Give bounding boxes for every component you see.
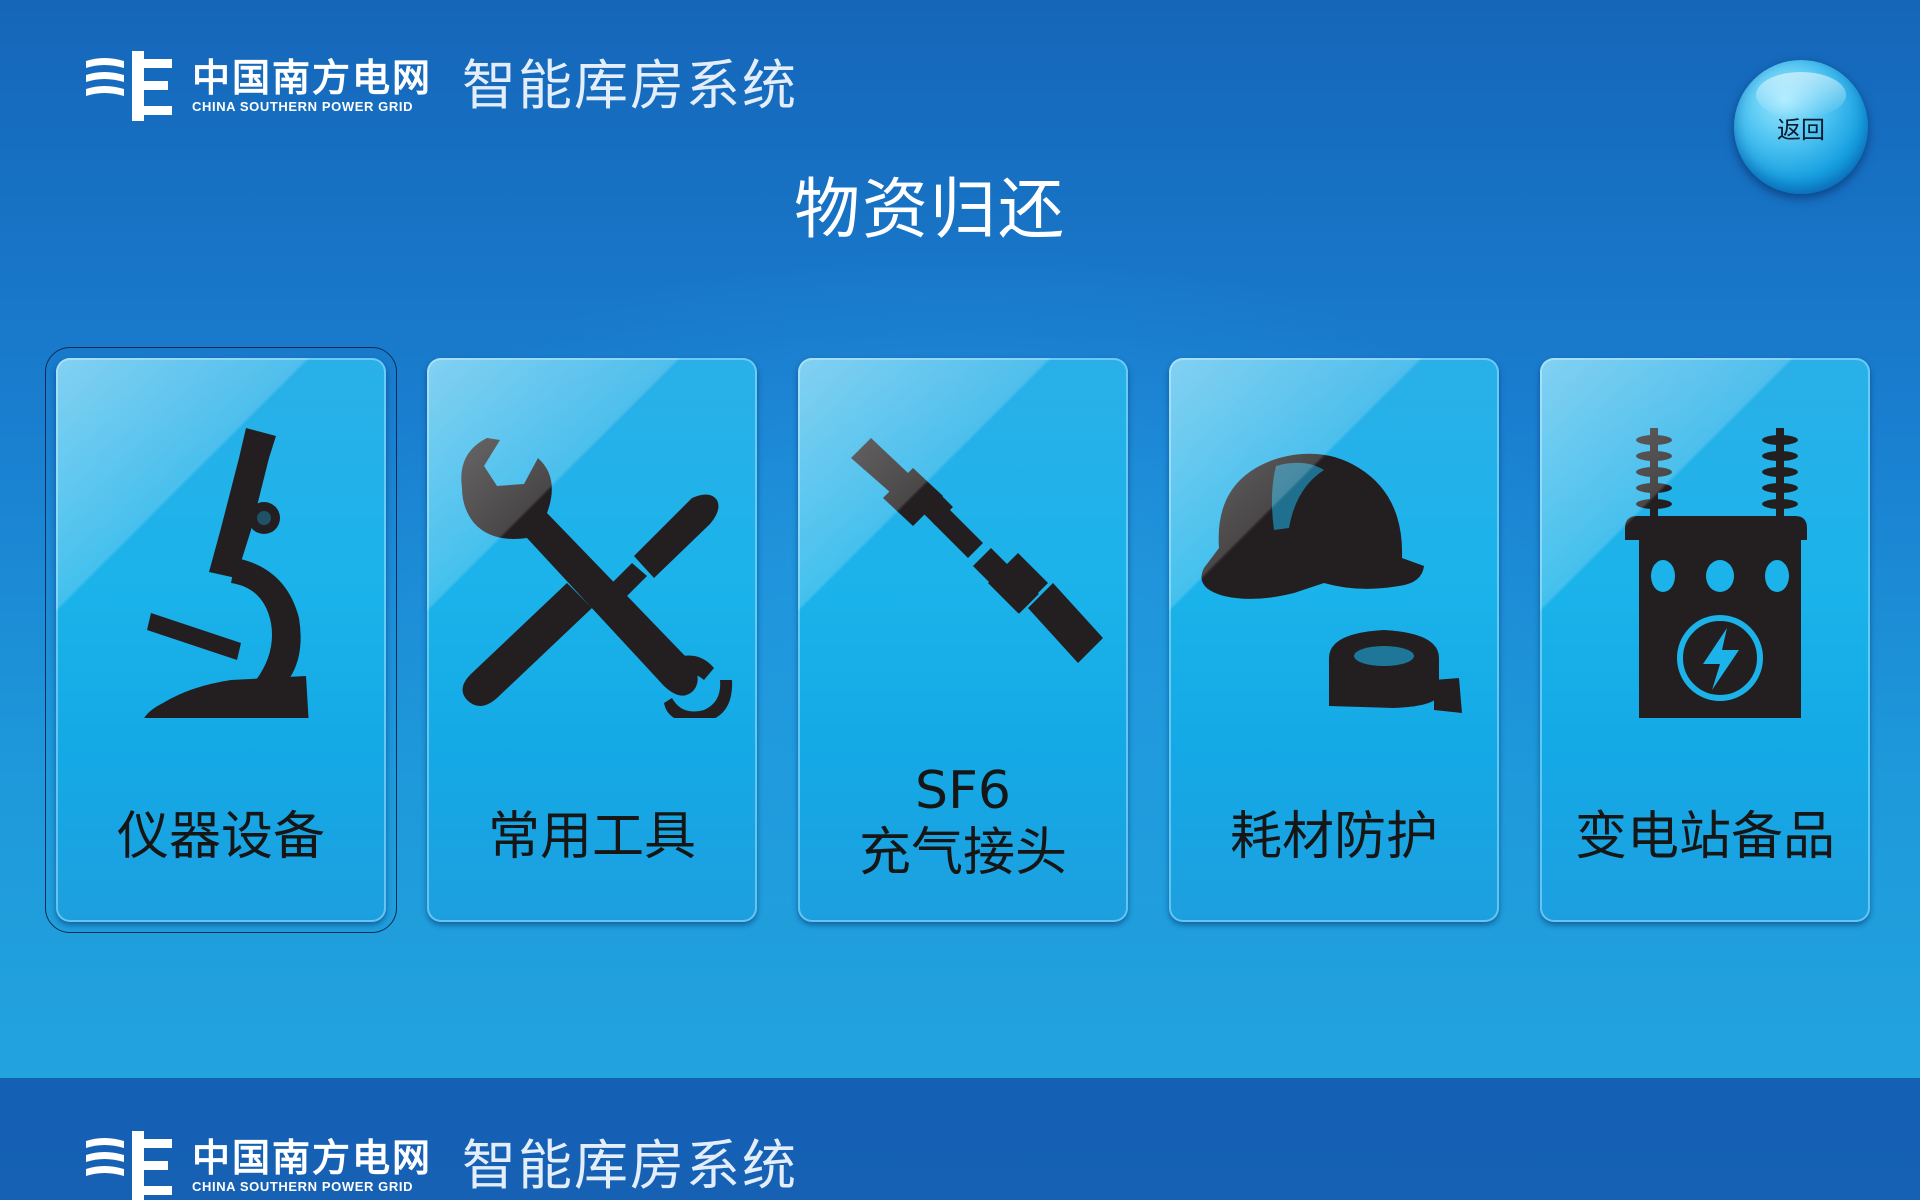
category-card-instruments[interactable]: 仪器设备	[45, 347, 397, 933]
brand-name: 中国南方电网 CHINA SOUTHERN POWER GRID	[192, 1137, 432, 1195]
category-card-tools[interactable]: 常用工具	[427, 358, 757, 922]
category-label: 耗材防护	[1229, 807, 1438, 867]
microscope-icon	[144, 428, 309, 718]
category-label-line1: SF6	[914, 761, 1011, 821]
brand-name-cn: 中国南方电网	[192, 1136, 433, 1180]
category-label-line2: 充气接头	[858, 823, 1067, 883]
wrench-screwdriver-icon	[461, 438, 733, 718]
category-label: 变电站备品	[1574, 807, 1835, 867]
gas-connector-icon	[851, 438, 1103, 663]
footer-brand: 中国南方电网 CHINA SOUTHERN POWER GRID 智能库房系统	[84, 1126, 798, 1200]
brand-name-en: CHINA SOUTHERN POWER GRID	[192, 1179, 414, 1194]
csg-logo-icon	[86, 1131, 172, 1200]
category-card-substation-spares[interactable]: 变电站备品	[1540, 358, 1870, 922]
category-cards: 仪器设备 常用工具 SF6 充气接头 耗材防护 变电站备品	[0, 0, 1920, 1078]
category-card-consumables[interactable]: 耗材防护	[1169, 358, 1499, 922]
transformer-icon	[1625, 428, 1807, 718]
back-button-label: 返回	[1777, 115, 1825, 144]
system-name: 智能库房系统	[462, 1134, 799, 1197]
category-card-sf6-connector[interactable]: SF6 充气接头	[798, 358, 1128, 922]
category-label: 常用工具	[487, 807, 696, 867]
category-label: SF6 充气接头	[798, 760, 1128, 884]
helmet-tape-icon	[1201, 453, 1462, 713]
category-label: 仪器设备	[116, 807, 325, 867]
